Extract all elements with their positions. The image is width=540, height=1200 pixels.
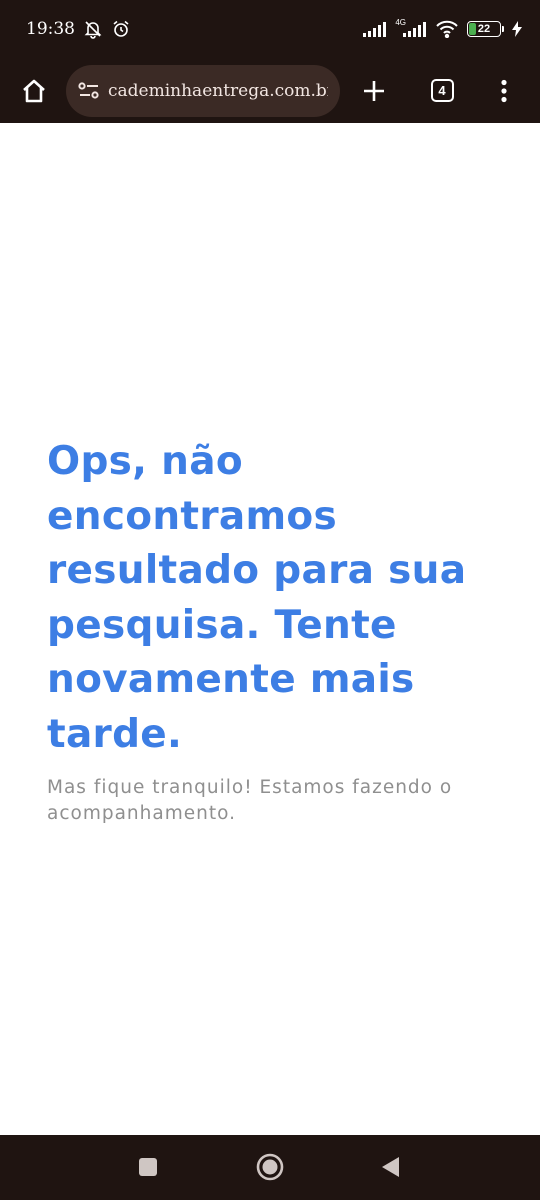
battery-level: 22	[477, 23, 491, 35]
menu-button[interactable]	[484, 71, 524, 111]
battery-cap	[502, 26, 504, 32]
more-vertical-icon	[501, 79, 507, 102]
error-subtext: Mas fique tranquilo! Estamos fazendo o a…	[47, 777, 453, 824]
new-tab-button[interactable]	[354, 71, 394, 111]
alarm-icon	[111, 19, 131, 39]
recents-square-icon	[139, 1158, 157, 1176]
tab-count[interactable]: 4	[430, 79, 454, 102]
signal-4g-icon: 4G	[395, 17, 427, 37]
status-left: 19:38	[26, 19, 363, 39]
site-settings-icon[interactable]	[78, 81, 100, 101]
url-text[interactable]: cademinhaentrega.com.br/em-	[108, 81, 328, 101]
network-label: 4G	[395, 17, 406, 27]
home-button[interactable]	[14, 71, 54, 111]
back-button[interactable]	[370, 1147, 410, 1187]
notifications-off-icon	[83, 19, 103, 39]
home-circle-icon	[256, 1153, 284, 1181]
address-bar[interactable]: cademinhaentrega.com.br/em-	[66, 64, 340, 117]
home-nav-button[interactable]	[250, 1147, 290, 1187]
status-time: 19:38	[26, 19, 75, 39]
wifi-icon	[435, 20, 459, 38]
battery-icon: 22	[467, 21, 501, 37]
error-heading: Ops, não encontramos resultado para sua …	[47, 439, 467, 757]
plus-icon	[364, 80, 384, 101]
system-nav-bar	[0, 1135, 540, 1200]
signal-icon	[363, 21, 387, 37]
page-content: Ops, não encontramos resultado para sua …	[0, 123, 540, 1135]
back-triangle-icon	[382, 1157, 399, 1177]
recents-button[interactable]	[128, 1147, 168, 1187]
charging-icon	[512, 21, 522, 37]
tab-switcher-button[interactable]: 4	[422, 71, 462, 111]
status-bar: 19:38 4G 22	[0, 0, 540, 58]
status-right: 4G 22	[363, 17, 522, 38]
battery-indicator: 22	[467, 21, 504, 37]
home-icon	[23, 79, 45, 102]
browser-toolbar: cademinhaentrega.com.br/em- 4	[0, 58, 540, 123]
